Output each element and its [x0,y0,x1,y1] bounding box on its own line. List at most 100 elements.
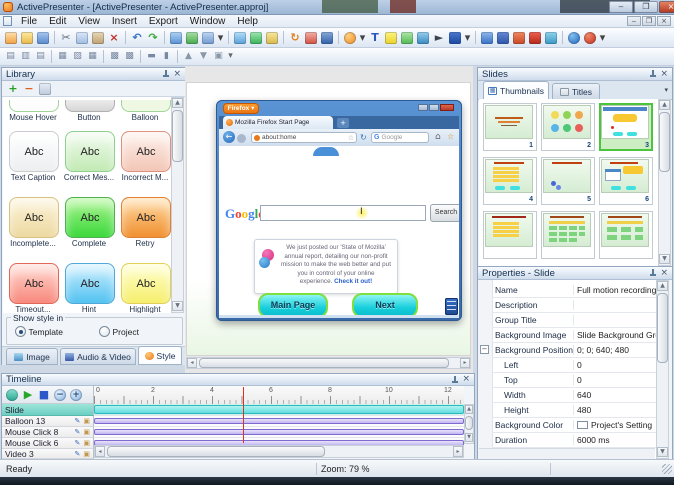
track-effect-icon[interactable]: ✎ [75,450,81,458]
properties-scrollbar[interactable]: ▲ ▼ [656,280,669,459]
record-screen-icon[interactable] [250,32,262,44]
property-row-background-position[interactable]: Background Position0; 0; 640; 480 [492,342,656,358]
scroll-up-arrow[interactable]: ▲ [657,281,668,291]
export-html-icon[interactable] [545,32,557,44]
close-icon[interactable]: × [660,70,668,79]
slide-thumbnail-2[interactable]: 2 [541,103,595,151]
style-thumb-text-caption[interactable]: Abc [9,131,59,172]
pin-icon[interactable] [451,376,459,384]
scroll-right-arrow[interactable]: ▸ [453,446,463,457]
close-icon[interactable]: × [462,375,470,384]
style-thumb-balloon[interactable] [121,100,171,112]
zoom-select-icon[interactable] [170,32,182,44]
track-lock-icon[interactable]: ▣ [83,439,90,447]
track-effect-icon[interactable]: ✎ [75,439,81,447]
resize-grip[interactable] [662,464,672,474]
track-label-video-3[interactable]: Video 3✎▣ [2,449,94,459]
timeline-ruler[interactable]: 0 2 4 6 8 10 12 [94,386,464,405]
paste-icon[interactable] [92,32,104,44]
play-icon[interactable]: ▶ [21,388,35,402]
scrollbar-thumb[interactable] [465,416,473,430]
new-icon[interactable] [5,32,17,44]
menu-edit[interactable]: Edit [43,16,72,27]
playhead[interactable] [243,387,244,443]
track-label-balloon-13[interactable]: Balloon 13✎▣ [2,416,94,427]
undo-icon[interactable]: ↶ [130,31,144,45]
zoom-caret-icon[interactable]: ▾ [217,31,224,45]
align-bottom-icon[interactable]: ▦ [86,50,99,63]
timeline-hscrollbar[interactable]: ◂ ▸ [94,445,464,458]
radio-project[interactable]: Project [99,326,139,337]
track-label-slide[interactable]: Slide [2,404,94,416]
property-row-left[interactable]: Left0 [492,357,656,373]
balloon-caret-icon[interactable]: ▾ [359,31,366,45]
tab-image[interactable]: Image [6,348,58,365]
slide-thumbnail-8[interactable] [541,211,595,259]
canvas-hscrollbar[interactable]: ◂ ▸ [186,357,471,369]
close-button[interactable]: × [659,1,674,13]
help-caret-icon[interactable]: ▾ [599,31,606,45]
object-bar[interactable] [94,418,464,424]
help-icon[interactable] [568,32,580,44]
style-thumb-retry[interactable]: Abc [121,197,171,238]
slides-menu-caret-icon[interactable]: ▾ [664,86,668,94]
bring-forward-icon[interactable]: ▲ [182,50,195,63]
menu-window[interactable]: Window [184,16,232,27]
main-page-button[interactable]: Main Page [258,293,328,315]
close-icon[interactable]: × [173,70,181,79]
export-pdf-icon[interactable] [529,32,541,44]
about-icon[interactable] [584,32,596,44]
remove-object-icon[interactable] [305,32,317,44]
menu-insert[interactable]: Insert [106,16,143,27]
track-lock-icon[interactable]: ▣ [83,450,90,458]
slide-thumbnail-9[interactable] [599,211,653,259]
menu-help[interactable]: Help [231,16,264,27]
style-thumb-hint[interactable]: Abc [65,263,115,304]
firefox-window-screenshot[interactable]: Firefox ▾ Mozilla Firefox Start Page + ← [216,100,462,321]
scroll-up-arrow[interactable]: ▲ [659,100,670,110]
zoom-region-icon[interactable] [449,32,461,44]
style-thumb-highlight[interactable]: Abc [121,263,171,304]
track-effect-icon[interactable]: ✎ [75,428,81,436]
child-minimize-button[interactable]: – [627,16,641,26]
pin-icon[interactable] [649,269,657,277]
slide-thumbnail-4[interactable]: 4 [483,157,537,205]
scroll-left-arrow[interactable]: ◂ [187,358,197,368]
shape-icon[interactable] [385,32,397,44]
tab-style[interactable]: Style [138,346,182,365]
timeline-vscrollbar[interactable]: ▲ ▼ [464,404,474,444]
add-icon[interactable]: + [6,82,20,96]
track-lock-icon[interactable]: ▣ [83,417,90,425]
property-row-background-image[interactable]: Background ImageSlide Background Green [492,327,656,343]
track-label-mouse-click-8[interactable]: Mouse Click 8✎▣ [2,427,94,438]
zoom-tool-icon[interactable] [202,32,214,44]
slide-thumbnail-3-selected[interactable]: 3 [599,103,653,151]
slide-thumbnail-7[interactable] [483,211,537,259]
slide-duration-bar[interactable] [94,405,464,414]
radio-template[interactable]: Template [15,326,63,337]
scrollbar-thumb[interactable] [199,358,449,368]
scrollbar-thumb[interactable] [659,112,670,172]
property-row-name[interactable]: NameFull motion recording [492,282,656,298]
track-row-mouse-click-8[interactable] [94,427,464,438]
align-right-icon[interactable]: ▤ [34,50,47,63]
tab-audio-video[interactable]: Audio & Video [60,348,136,365]
distribute-vertical-icon[interactable]: ▩ [123,50,136,63]
scroll-down-arrow[interactable]: ▼ [172,301,183,311]
property-row-height[interactable]: Height480 [492,402,656,418]
property-row-duration[interactable]: Duration6000 ms [492,432,656,448]
track-row-balloon-13[interactable] [94,416,464,427]
slide-thumbnail-5[interactable]: 5 [541,157,595,205]
export-word-icon[interactable] [497,32,509,44]
scroll-up-arrow[interactable]: ▲ [465,405,473,414]
snapshot-icon[interactable] [6,389,18,401]
maximize-button[interactable]: ❐ [634,1,658,13]
align-center-icon[interactable]: ▥ [19,50,32,63]
open-icon[interactable] [21,32,33,44]
paste-style-icon[interactable] [39,83,51,95]
style-thumb-button[interactable] [65,100,115,112]
menu-export[interactable]: Export [143,16,184,27]
slide-thumbnail-1[interactable]: 1 [483,103,537,151]
scrollbar-thumb[interactable] [172,110,183,162]
menu-file[interactable]: File [15,16,43,27]
